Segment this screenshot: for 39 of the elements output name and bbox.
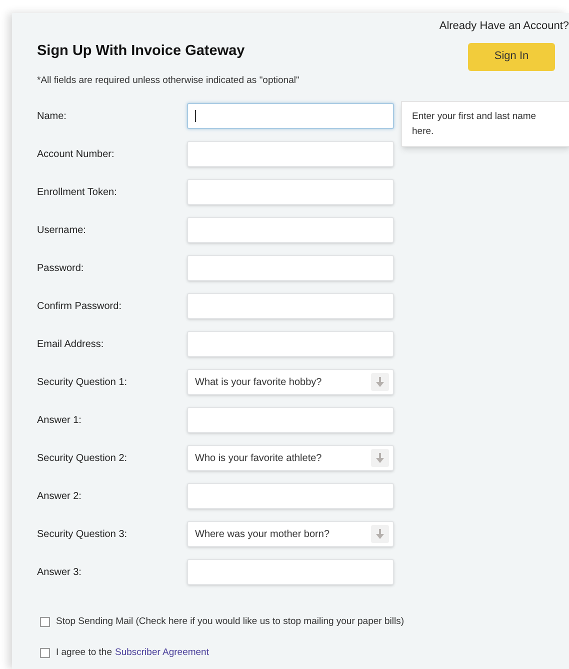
tooltip: Enter your first and last name here.: [401, 101, 569, 147]
input-field[interactable]: [187, 559, 394, 585]
field-label: Enrollment Token:: [37, 186, 118, 200]
input-field[interactable]: [187, 141, 394, 167]
required-note: *All fields are required unless otherwise indicated as "optional": [37, 74, 300, 88]
checkbox-label: Stop Sending Mail (Check here if you would like us to stop mailing your paper bills): [56, 615, 404, 629]
sign-in-button[interactable]: Sign In: [468, 42, 555, 70]
checkbox-label: I agree to the: [56, 646, 112, 660]
security-question-dropdown[interactable]: Who is your favorite athlete?: [187, 445, 394, 471]
input-field[interactable]: [187, 255, 394, 281]
form-title: Sign Up With Invoice Gateway: [37, 42, 245, 61]
down-arrow-icon: [376, 453, 384, 463]
subscriber-agreement-link[interactable]: Subscriber Agreement: [114, 646, 209, 660]
field-label: Security Question 3:: [37, 528, 128, 542]
input-field[interactable]: [187, 103, 394, 129]
field-label: Answer 3:: [37, 566, 82, 580]
field-label: Account Number:: [37, 148, 116, 162]
down-arrow-icon: [376, 377, 384, 387]
field-label: Username:: [37, 224, 87, 238]
field-label: Confirm Password:: [37, 300, 122, 314]
field-label: Name:: [37, 110, 68, 124]
field-label: Security Question 2:: [37, 452, 128, 466]
input-field[interactable]: [187, 407, 394, 433]
down-arrow-icon: [376, 529, 384, 539]
field-label: Answer 1:: [37, 414, 82, 428]
security-question-dropdown[interactable]: What is your favorite hobby?: [187, 369, 394, 395]
field-label: Security Question 1:: [37, 376, 128, 390]
security-question-dropdown[interactable]: Where was your mother born?: [187, 521, 394, 547]
field-label: Answer 2:: [37, 490, 82, 504]
input-field[interactable]: [187, 293, 394, 319]
input-field[interactable]: [187, 217, 394, 243]
account-prompt: Already Have an Account?: [439, 19, 569, 34]
field-label: Email Address:: [37, 338, 105, 352]
checkbox[interactable]: [40, 648, 50, 658]
field-label: Password:: [37, 262, 85, 276]
checkbox[interactable]: [40, 617, 50, 628]
input-field[interactable]: [187, 179, 394, 205]
input-field[interactable]: [187, 483, 394, 509]
input-field[interactable]: [187, 331, 394, 357]
